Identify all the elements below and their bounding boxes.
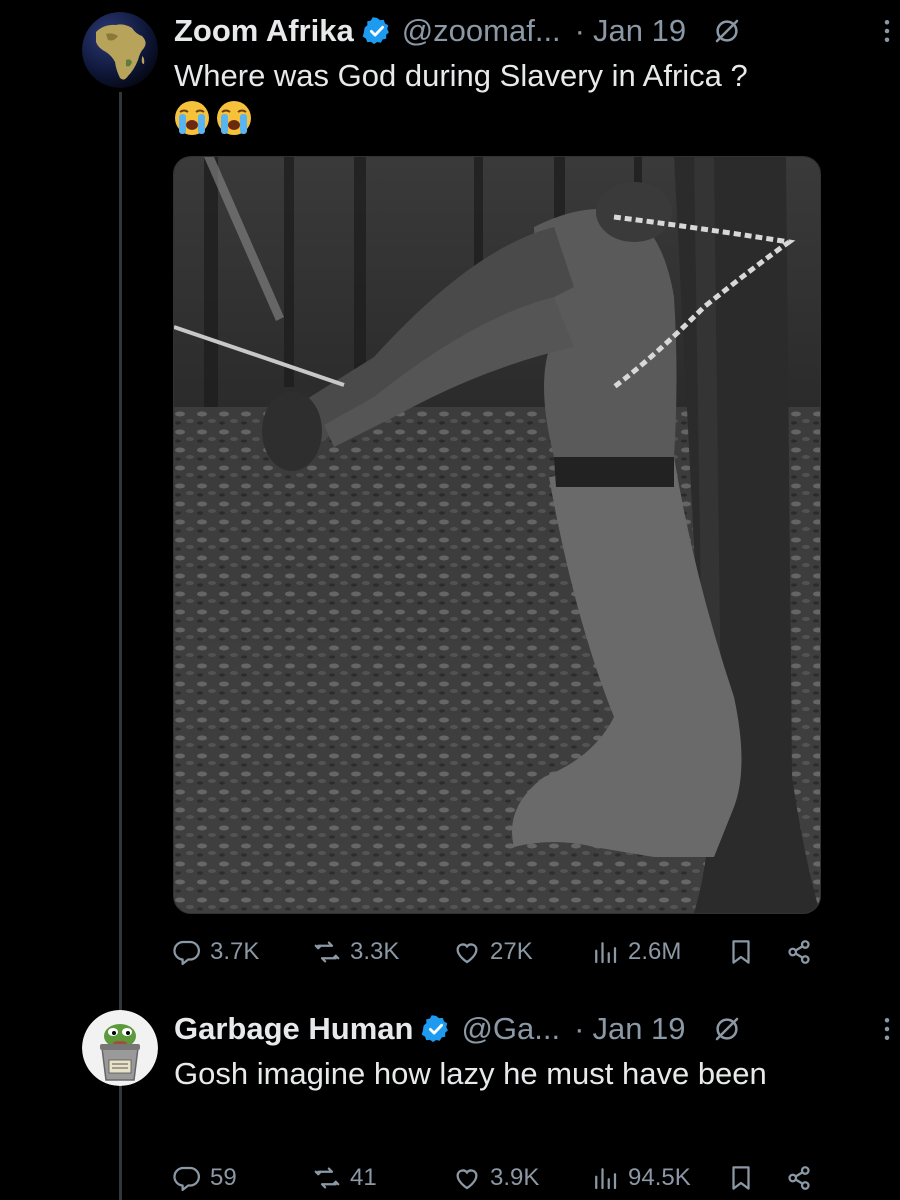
reply-count: 3.7K (210, 938, 260, 965)
retweet-icon (314, 1167, 340, 1189)
views-icon (595, 942, 617, 964)
display-name[interactable]: Garbage Human (174, 1011, 413, 1047)
avatar[interactable] (82, 12, 158, 88)
like-count: 3.9K (490, 1164, 540, 1191)
tweet-actions: 59 41 3.9K 94.5K (172, 1158, 816, 1198)
tweet[interactable]: Garbage Human @Ga... · Jan 19 Gosh imagi… (0, 1000, 900, 1200)
share-button[interactable] (784, 937, 822, 967)
views-button[interactable]: 2.6M (590, 937, 681, 967)
reply-icon (173, 1166, 200, 1191)
retweet-icon (314, 941, 340, 963)
verified-badge-icon (422, 1015, 449, 1043)
reply-count: 59 (210, 1164, 237, 1191)
tweet-header: Garbage Human @Ga... · Jan 19 (174, 1008, 890, 1050)
timestamp[interactable]: Jan 19 (593, 13, 686, 49)
retweet-count: 3.3K (350, 938, 400, 965)
like-button[interactable]: 27K (452, 937, 533, 967)
trash-can-frog-icon (82, 1010, 158, 1086)
africa-globe-icon (82, 12, 158, 88)
grok-icon[interactable] (712, 16, 742, 46)
view-count: 2.6M (628, 938, 682, 965)
retweet-button[interactable]: 3.3K (312, 937, 399, 967)
retweet-count: 41 (350, 1164, 377, 1191)
tweet-text: Gosh imagine how lazy he must have been (174, 1056, 767, 1091)
tweet[interactable]: Zoom Afrika @zoomaf... · Jan 19 Where wa… (0, 0, 900, 1000)
handle[interactable]: @Ga... (461, 1011, 560, 1047)
handle[interactable]: @zoomaf... (402, 13, 561, 49)
reply-button[interactable]: 59 (172, 1163, 237, 1193)
reply-icon (173, 940, 200, 965)
like-button[interactable]: 3.9K (452, 1163, 539, 1193)
share-icon (788, 1166, 810, 1190)
tweet-media-photo[interactable] (173, 156, 821, 914)
view-count: 94.5K (628, 1164, 691, 1191)
reply-button[interactable]: 3.7K (172, 937, 259, 967)
bookmark-button[interactable] (726, 937, 764, 967)
share-icon (788, 940, 810, 964)
views-icon (595, 1168, 617, 1190)
display-name[interactable]: Zoom Afrika (174, 13, 354, 49)
share-button[interactable] (784, 1163, 822, 1193)
bookmark-icon (732, 940, 750, 964)
bookmark-button[interactable] (726, 1163, 764, 1193)
bookmark-icon (732, 1166, 750, 1190)
retweet-button[interactable]: 41 (312, 1163, 377, 1193)
bw-photo (174, 157, 820, 913)
verified-badge-icon (362, 17, 389, 45)
tweet-header: Zoom Afrika @zoomaf... · Jan 19 (174, 10, 890, 52)
tweet-text: Where was God during Slavery in Africa ? (174, 58, 748, 93)
loudly-crying-face-icon (175, 101, 209, 135)
tweet-actions: 3.7K 3.3K 27K 2.6M (172, 932, 816, 972)
avatar[interactable] (82, 1010, 158, 1086)
timestamp[interactable]: Jan 19 (592, 1011, 685, 1047)
like-count: 27K (490, 938, 533, 965)
separator-dot: · (574, 13, 585, 48)
emoji-row (172, 98, 254, 138)
heart-icon (456, 1169, 478, 1190)
more-options-icon[interactable] (872, 16, 900, 46)
views-button[interactable]: 94.5K (590, 1163, 691, 1193)
heart-icon (456, 943, 478, 964)
separator-dot: · (574, 1011, 585, 1046)
grok-icon[interactable] (712, 1014, 742, 1044)
more-options-icon[interactable] (872, 1014, 900, 1044)
loudly-crying-face-icon (217, 101, 251, 135)
